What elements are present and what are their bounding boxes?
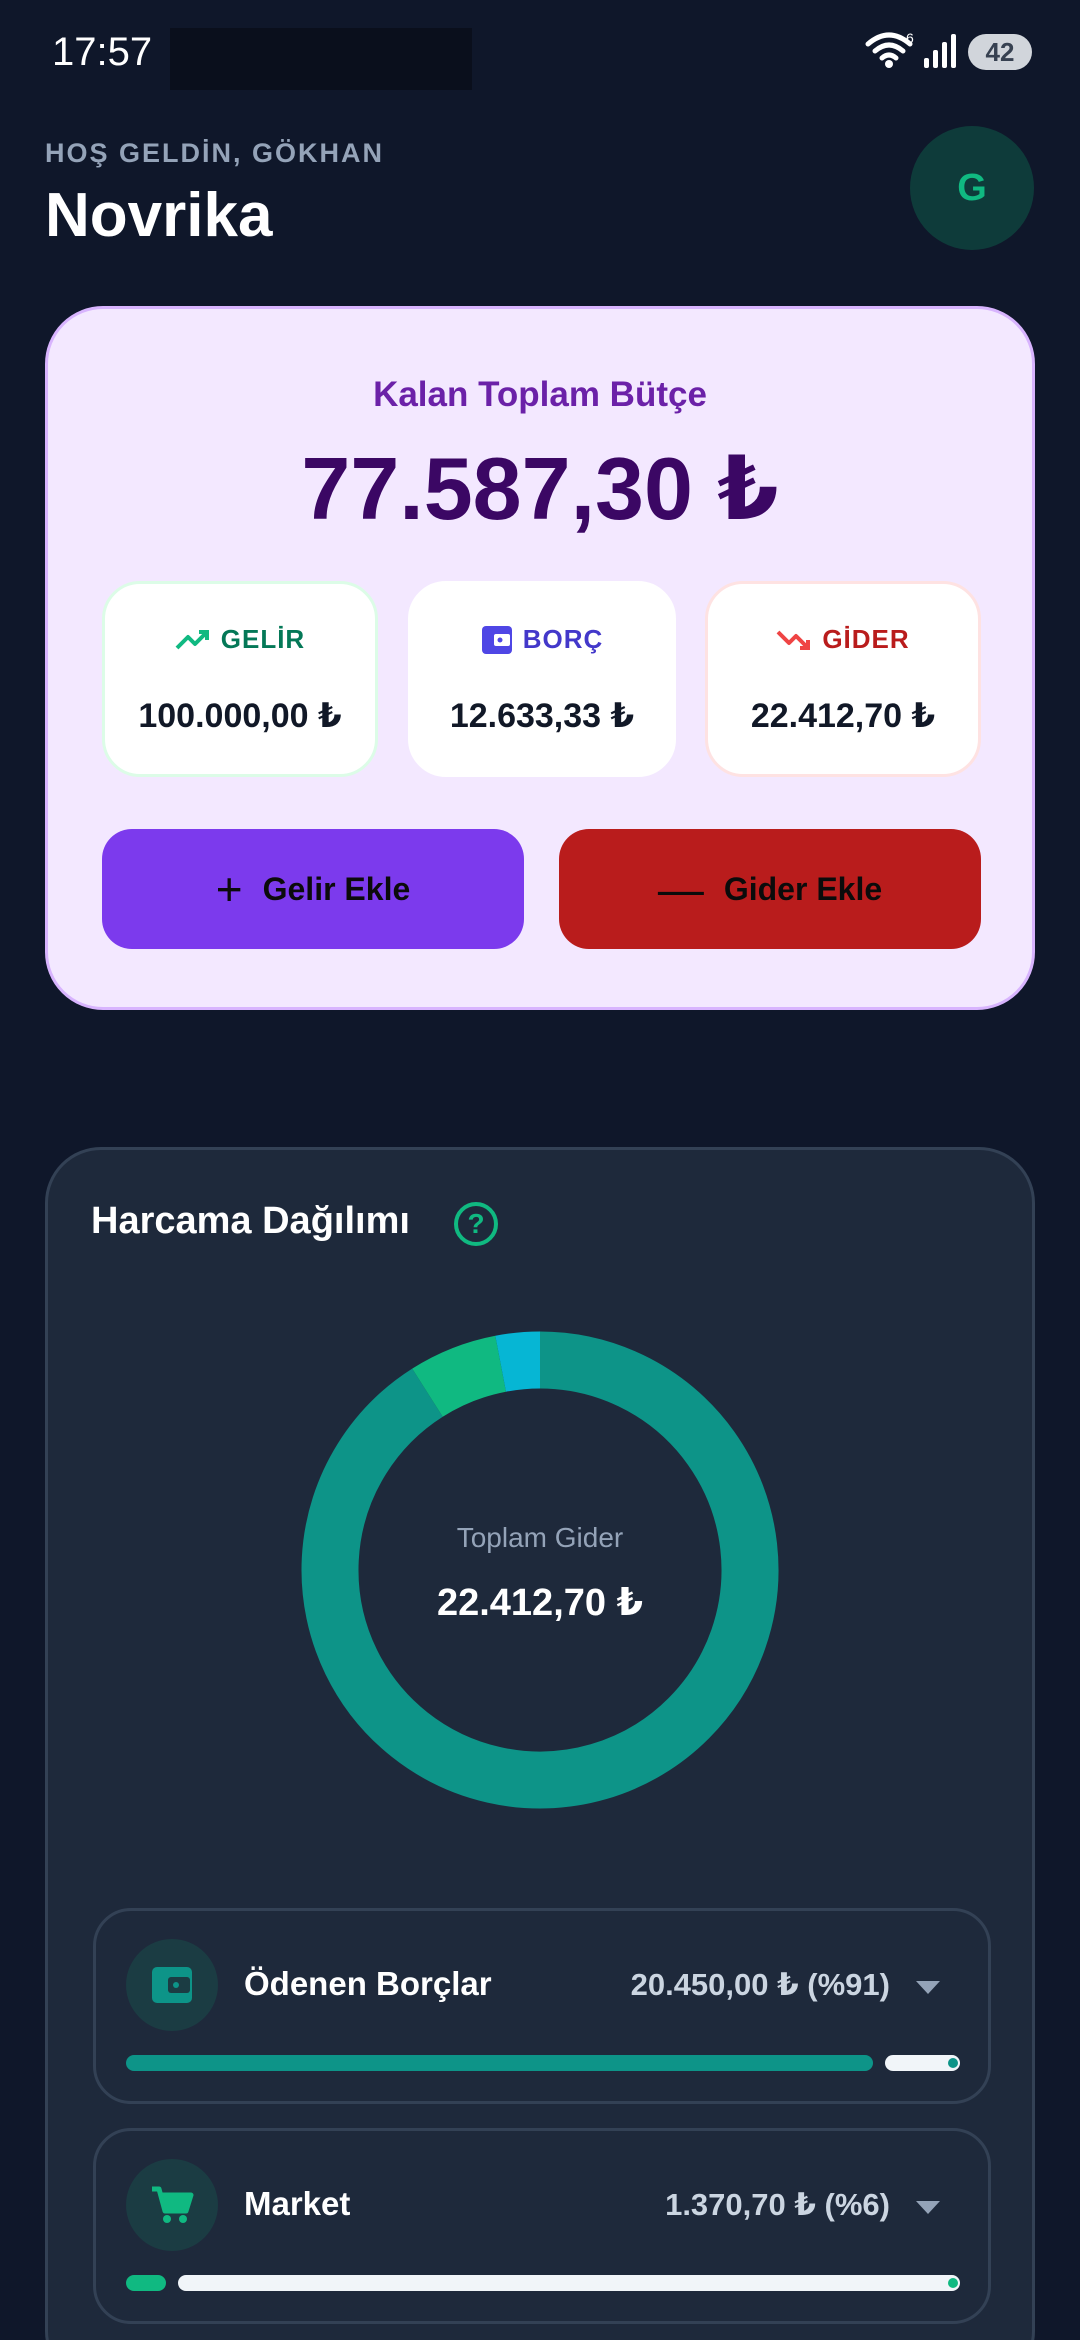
- category-item[interactable]: Ödenen Borçlar 20.450,00 ₺ (%91): [93, 1908, 991, 2104]
- plus-icon: +: [215, 863, 243, 915]
- budget-card: Kalan Toplam Bütçe 77.587,30 ₺ GELİR 100…: [45, 306, 1035, 1010]
- wallet-icon: [126, 1939, 218, 2031]
- help-icon[interactable]: ?: [454, 1202, 498, 1246]
- wallet-icon: [481, 625, 512, 654]
- chevron-down-icon[interactable]: [916, 1981, 940, 1994]
- redacted-area: [170, 28, 472, 90]
- progress-dot: [948, 2278, 958, 2288]
- minus-icon: —: [657, 863, 704, 915]
- debt-value: 12.633,33 ₺: [449, 697, 635, 735]
- add-income-label: Gelir Ekle: [262, 870, 411, 907]
- category-name: Ödenen Borçlar: [244, 1965, 492, 2002]
- category-progress: [126, 2275, 960, 2291]
- shopping-cart-icon: [126, 2159, 218, 2251]
- progress-rest: [885, 2055, 960, 2071]
- debt-stat: BORÇ 12.633,33 ₺: [408, 581, 676, 777]
- donut-total-value: 22.412,70 ₺: [436, 1582, 644, 1624]
- expense-stat: GİDER 22.412,70 ₺: [705, 581, 981, 777]
- category-item[interactable]: Market 1.370,70 ₺ (%6): [93, 2128, 991, 2324]
- add-expense-button[interactable]: — Gider Ekle: [559, 829, 981, 949]
- cell-signal-icon: [924, 34, 956, 68]
- category-progress: [126, 2055, 960, 2071]
- category-amount: 20.450,00 ₺ (%91): [630, 1967, 890, 2002]
- greeting-text: HOŞ GELDİN, GÖKHAN: [45, 138, 385, 168]
- chevron-down-icon[interactable]: [916, 2201, 940, 2214]
- spending-title: Harcama Dağılımı: [91, 1200, 410, 1242]
- progress-fill: [126, 2275, 166, 2291]
- donut-slice-3: [495, 1331, 541, 1392]
- add-expense-label: Gider Ekle: [723, 870, 883, 907]
- status-time: 17:57: [52, 30, 153, 74]
- wifi-6-icon: 6: [865, 30, 914, 68]
- svg-text:6: 6: [906, 30, 914, 46]
- donut-slice-2: [412, 1335, 507, 1418]
- income-value: 100.000,00 ₺: [138, 697, 342, 735]
- avatar[interactable]: G: [910, 126, 1034, 250]
- status-bar: 17:57 6 42: [0, 0, 1080, 110]
- trending-down-icon: [776, 630, 811, 650]
- category-amount: 1.370,70 ₺ (%6): [665, 2187, 890, 2222]
- trending-up-icon: [175, 629, 209, 649]
- income-label: GELİR: [220, 624, 306, 654]
- expense-value: 22.412,70 ₺: [750, 697, 936, 735]
- progress-fill: [126, 2055, 873, 2071]
- expense-label: GİDER: [822, 624, 910, 654]
- donut-slice-1: [301, 1331, 779, 1809]
- add-income-button[interactable]: + Gelir Ekle: [102, 829, 524, 949]
- category-name: Market: [244, 2185, 351, 2222]
- page-title: Novrika: [45, 181, 273, 250]
- debt-label: BORÇ: [522, 624, 604, 654]
- income-stat: GELİR 100.000,00 ₺: [102, 581, 378, 777]
- battery-indicator: 42: [968, 34, 1032, 70]
- remaining-budget-amount: 77.587,30 ₺: [301, 439, 779, 538]
- remaining-budget-label: Kalan Toplam Bütçe: [373, 375, 707, 414]
- progress-rest: [178, 2275, 960, 2291]
- progress-dot: [948, 2058, 958, 2068]
- donut-total-label: Toplam Gider: [456, 1522, 624, 1553]
- spending-card: Harcama Dağılımı ? Toplam Gider 22.412,7…: [45, 1147, 1035, 2340]
- spending-donut-chart: [301, 1331, 779, 1809]
